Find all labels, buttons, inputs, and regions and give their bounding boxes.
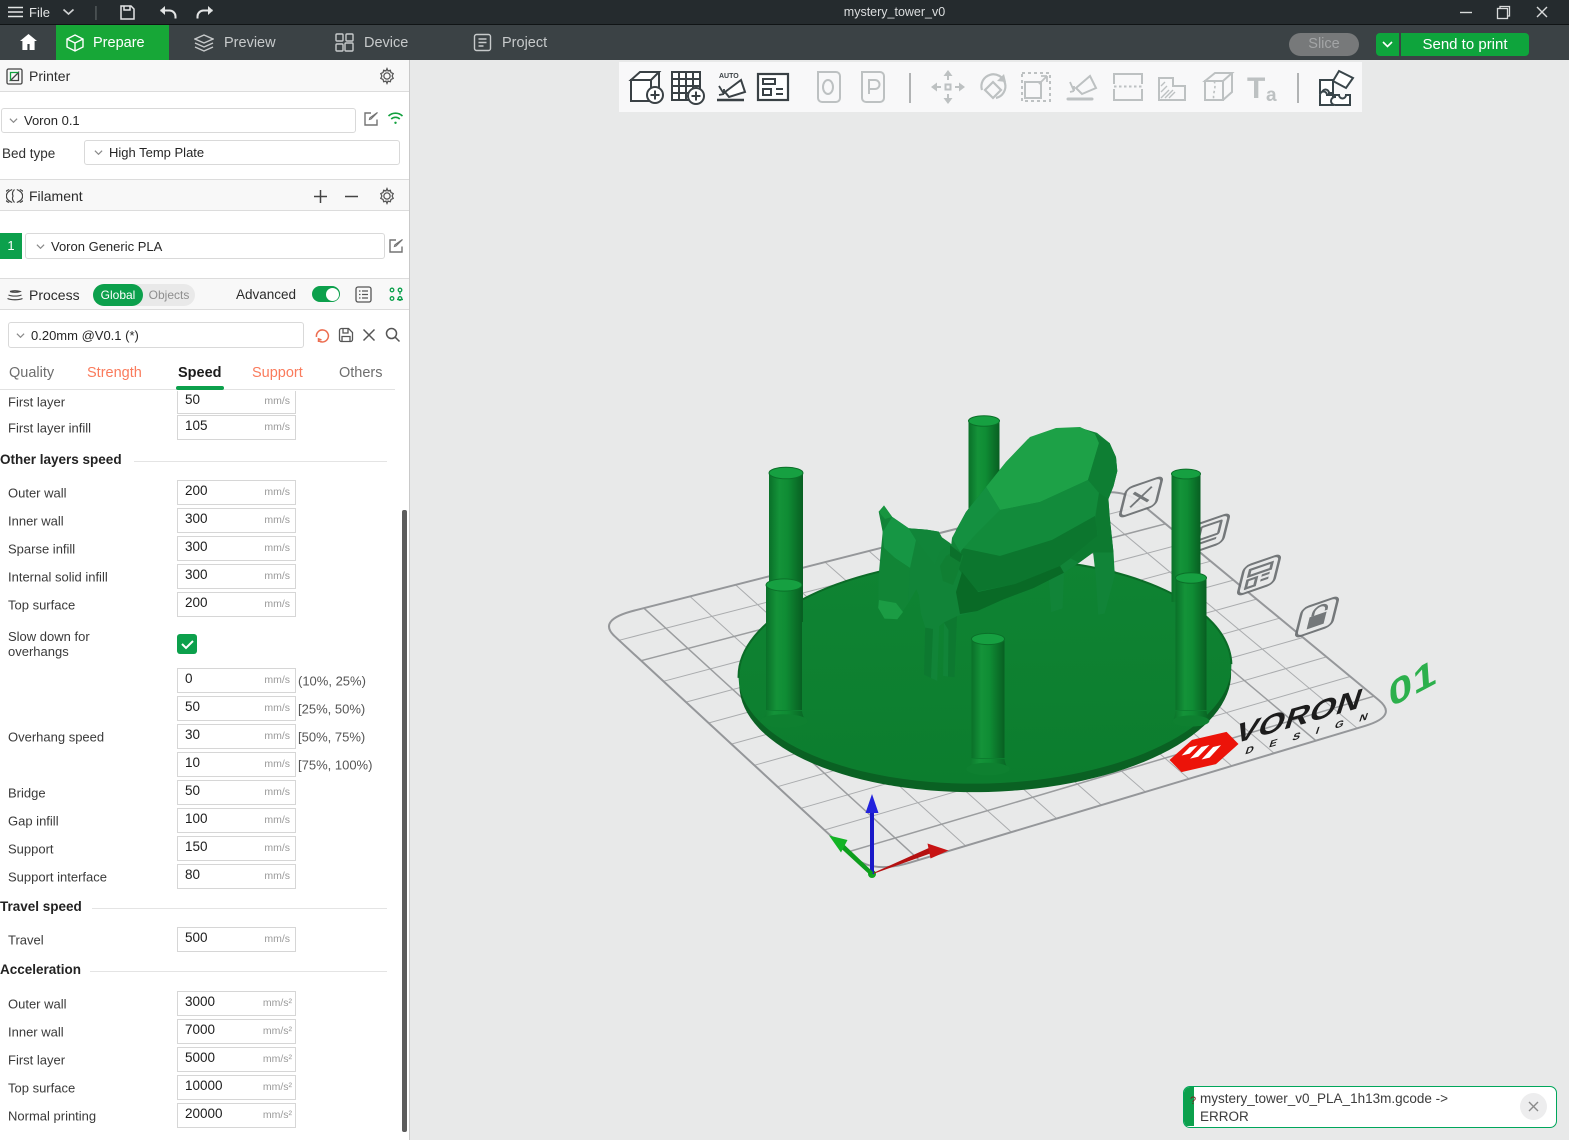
svg-text:01: 01 (1387, 650, 1438, 716)
svg-text:AUTO: AUTO (719, 73, 739, 80)
svg-text:T: T (1247, 72, 1265, 105)
svg-text:a: a (1266, 85, 1277, 106)
